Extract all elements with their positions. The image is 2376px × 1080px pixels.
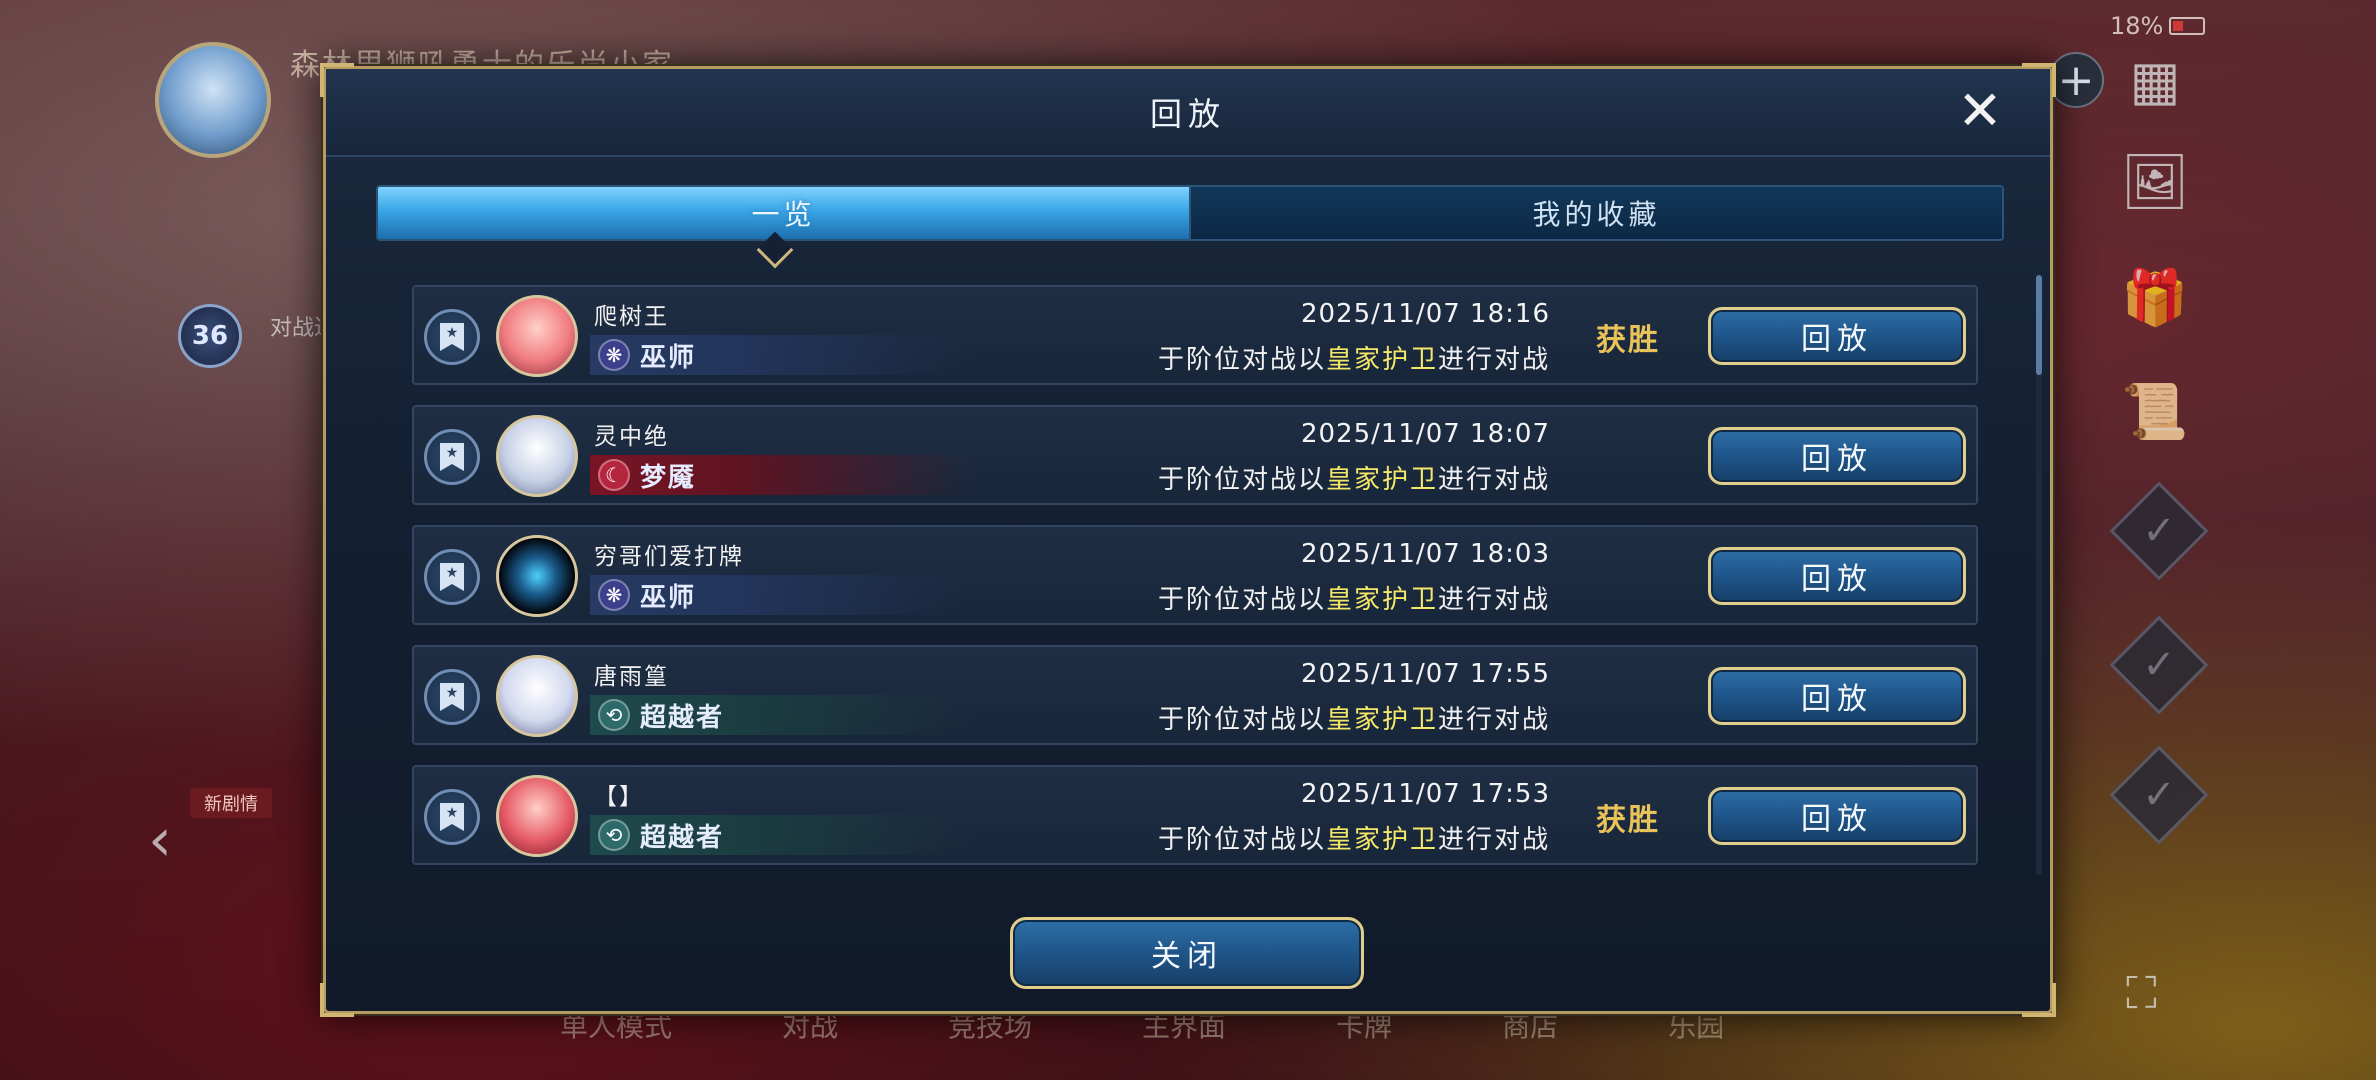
desc-prefix: 于阶位对战以 (1157, 345, 1326, 375)
replay-list: 爬树王 ❋ 巫师 2025/11/07 18:16 于阶位对战以皇家护卫进行对战… (412, 285, 1978, 885)
match-result: 获胜 (1596, 323, 1660, 358)
match-datetime: 2025/11/07 17:55 (1300, 659, 1550, 689)
match-description: 于阶位对战以皇家护卫进行对战 (1158, 339, 1550, 376)
favorite-bookmark-button[interactable] (424, 309, 480, 365)
class-name: 超越者 (640, 822, 725, 853)
class-name: 超越者 (640, 702, 725, 733)
replay-row: 爬树王 ❋ 巫师 2025/11/07 18:16 于阶位对战以皇家护卫进行对战… (412, 285, 1978, 385)
class-bar: ❋ 巫师 (590, 335, 970, 375)
player-name: 【】 (594, 784, 644, 810)
favorite-bookmark-button[interactable] (424, 549, 480, 605)
desc-suffix: 进行对战 (1437, 585, 1550, 615)
modal-header: 回放 ✕ (326, 69, 2050, 157)
new-story-badge: 新剧情 (190, 788, 272, 818)
level-badge: 36 (178, 304, 242, 368)
class-bar: ❋ 巫师 (590, 575, 970, 615)
bookmark-star-icon (440, 563, 464, 591)
bookmark-star-icon (440, 323, 464, 351)
player-name: 穷哥们爱打牌 (594, 544, 744, 570)
match-datetime: 2025/11/07 18:03 (1300, 539, 1550, 569)
player-name: 爬树王 (594, 304, 669, 330)
class-icon: ☾ (598, 459, 630, 491)
gift-icon[interactable]: 🎁 (2115, 258, 2195, 338)
favorite-bookmark-button[interactable] (424, 429, 480, 485)
left-arrow-icon[interactable]: ‹ (148, 805, 172, 875)
frame-corner (320, 983, 354, 1017)
class-name: 巫师 (640, 582, 697, 613)
replay-modal: 回放 ✕ 一览 我的收藏 爬树王 ❋ 巫师 2025/11/07 18:16 于… (320, 63, 2056, 1017)
favorite-bookmark-button[interactable] (424, 789, 480, 845)
match-datetime: 2025/11/07 17:53 (1300, 779, 1550, 809)
grid-menu-icon[interactable]: ▦ (2115, 40, 2195, 120)
class-icon: ⟲ (598, 819, 630, 851)
class-icon: ❋ (598, 339, 630, 371)
match-datetime: 2025/11/07 18:16 (1300, 299, 1550, 329)
tab-bar: 一览 我的收藏 (376, 185, 2004, 241)
replay-row: 穷哥们爱打牌 ❋ 巫师 2025/11/07 18:03 于阶位对战以皇家护卫进… (412, 525, 1978, 625)
scrollbar-thumb[interactable] (2036, 275, 2042, 375)
profile-avatar[interactable] (155, 42, 271, 158)
player-avatar (496, 655, 578, 737)
modal-title: 回放 (1149, 95, 1226, 133)
match-description: 于阶位对战以皇家护卫进行对战 (1158, 459, 1550, 496)
replay-button[interactable]: 回放 (1708, 787, 1966, 845)
deck-name: 皇家护卫 (1325, 585, 1438, 615)
battery-indicator: 18% (2110, 12, 2206, 40)
deck-name: 皇家护卫 (1325, 825, 1438, 855)
match-result: 获胜 (1596, 803, 1660, 838)
replay-button[interactable]: 回放 (1708, 427, 1966, 485)
class-bar: ⟲ 超越者 (590, 815, 970, 855)
desc-suffix: 进行对战 (1437, 345, 1550, 375)
add-button[interactable]: + (2048, 52, 2104, 108)
player-avatar (496, 295, 578, 377)
desc-suffix: 进行对战 (1437, 825, 1550, 855)
player-name: 灵中绝 (594, 424, 669, 450)
player-avatar (496, 535, 578, 617)
desc-prefix: 于阶位对战以 (1157, 585, 1326, 615)
replay-button[interactable]: 回放 (1708, 307, 1966, 365)
bookmark-star-icon (440, 443, 464, 471)
match-description: 于阶位对战以皇家护卫进行对战 (1158, 699, 1550, 736)
battery-icon (2169, 17, 2206, 35)
scroll-icon[interactable]: 📜 (2115, 372, 2195, 452)
player-avatar (496, 415, 578, 497)
desc-prefix: 于阶位对战以 (1157, 705, 1326, 735)
replay-row: 灵中绝 ☾ 梦魇 2025/11/07 18:07 于阶位对战以皇家护卫进行对战… (412, 405, 1978, 505)
fullscreen-icon[interactable]: ⛶ (2126, 968, 2157, 1019)
match-description: 于阶位对战以皇家护卫进行对战 (1158, 819, 1550, 856)
class-bar: ☾ 梦魇 (590, 455, 970, 495)
desc-suffix: 进行对战 (1437, 705, 1550, 735)
close-icon[interactable]: ✕ (1952, 83, 2008, 139)
match-description: 于阶位对战以皇家护卫进行对战 (1158, 579, 1550, 616)
tab-overview[interactable]: 一览 (378, 187, 1189, 239)
bookmark-star-icon (440, 683, 464, 711)
class-icon: ⟲ (598, 699, 630, 731)
replay-row: 【】 ⟲ 超越者 2025/11/07 17:53 于阶位对战以皇家护卫进行对战… (412, 765, 1978, 865)
desc-prefix: 于阶位对战以 (1157, 465, 1326, 495)
class-bar: ⟲ 超越者 (590, 695, 970, 735)
desc-prefix: 于阶位对战以 (1157, 825, 1326, 855)
deck-name: 皇家护卫 (1325, 705, 1438, 735)
class-name: 巫师 (640, 342, 697, 373)
tab-favorites[interactable]: 我的收藏 (1189, 187, 2002, 239)
gallery-icon[interactable]: 🖼 (2115, 142, 2195, 222)
scrollbar[interactable] (2036, 275, 2042, 875)
close-button[interactable]: 关闭 (1010, 917, 1364, 989)
replay-row: 唐雨篁 ⟲ 超越者 2025/11/07 17:55 于阶位对战以皇家护卫进行对… (412, 645, 1978, 745)
class-name: 梦魇 (640, 462, 697, 493)
bookmark-star-icon (440, 803, 464, 831)
deck-name: 皇家护卫 (1325, 345, 1438, 375)
player-name: 唐雨篁 (594, 664, 669, 690)
frame-corner (2022, 983, 2056, 1017)
replay-button[interactable]: 回放 (1708, 547, 1966, 605)
favorite-bookmark-button[interactable] (424, 669, 480, 725)
class-icon: ❋ (598, 579, 630, 611)
replay-button[interactable]: 回放 (1708, 667, 1966, 725)
battery-percent: 18% (2110, 12, 2164, 40)
desc-suffix: 进行对战 (1437, 465, 1550, 495)
player-avatar (496, 775, 578, 857)
match-datetime: 2025/11/07 18:07 (1300, 419, 1550, 449)
deck-name: 皇家护卫 (1325, 465, 1438, 495)
